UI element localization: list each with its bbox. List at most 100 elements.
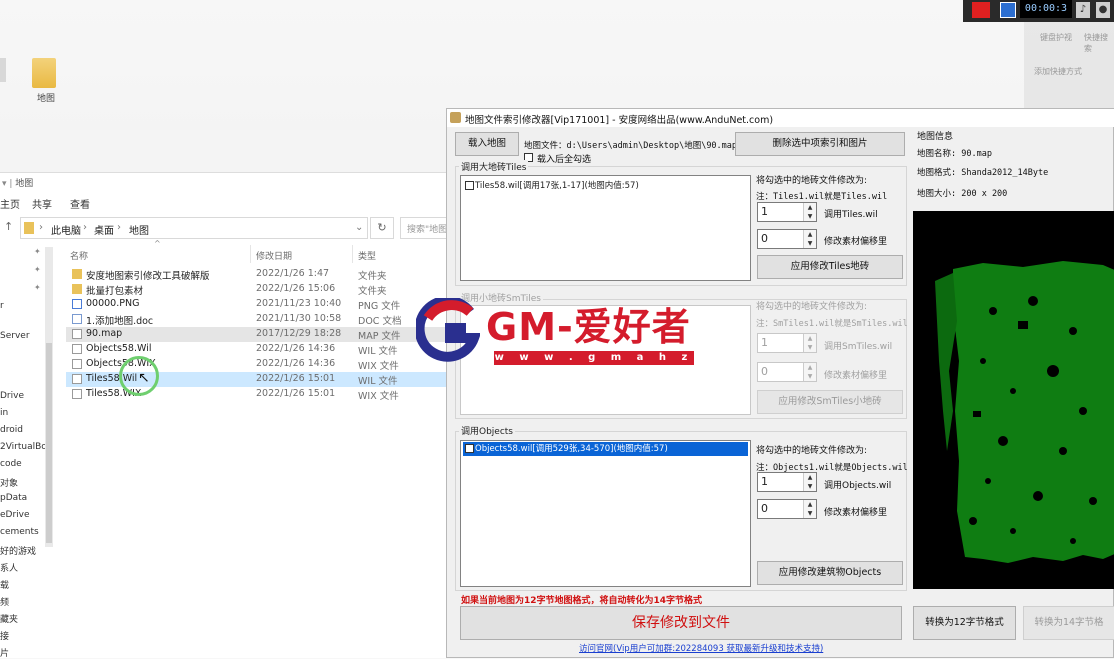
nav-item[interactable]: Drive: [0, 391, 24, 401]
list-item[interactable]: Objects58.wil[调用529张,34-570](地图内值:57): [463, 442, 748, 456]
speaker-icon[interactable]: ♪: [1076, 2, 1090, 18]
stepper-arrows-icon[interactable]: ▲ ▼: [803, 363, 816, 381]
nav-item[interactable]: 2VirtualBo: [0, 442, 47, 452]
objects-file-index-stepper[interactable]: 1 ▲ ▼: [757, 472, 817, 492]
file-date: 2022/1/26 15:01: [256, 373, 336, 384]
file-name: 安度地图索引修改工具破解版: [86, 271, 210, 282]
file-name: 1.添加地图.doc: [86, 316, 154, 327]
side-item[interactable]: 添加快捷方式: [1034, 66, 1082, 77]
nav-item[interactable]: eDrive: [0, 510, 30, 520]
stop-record-button[interactable]: [972, 2, 990, 18]
file-name: Objects58.Wil: [86, 343, 152, 354]
stepper-arrows-icon[interactable]: ▲ ▼: [803, 230, 816, 248]
file-type: WIL 文件: [358, 346, 398, 357]
note-label: 注：SmTiles1.wil就是SmTiles.wil: [756, 319, 908, 329]
file-row[interactable]: 1.添加地图.doc 2021/11/30 10:58 DOC 文档: [66, 312, 448, 327]
refresh-button[interactable]: ↻: [370, 217, 394, 239]
convert-12-byte-button[interactable]: 转换为12字节格式: [913, 606, 1016, 640]
stepper-arrows-icon[interactable]: ▲ ▼: [803, 500, 816, 518]
file-row[interactable]: 00000.PNG 2021/11/23 10:40 PNG 文件: [66, 297, 448, 312]
column-header-date[interactable]: 修改日期: [256, 249, 292, 262]
file-row[interactable]: Objects58.Wil 2022/1/26 14:36 WIL 文件: [66, 342, 448, 357]
apply-smtiles-button[interactable]: 应用修改SmTiles小地砖: [757, 390, 903, 414]
folder-icon[interactable]: [32, 58, 56, 88]
item-checkbox[interactable]: [465, 181, 474, 190]
nav-item[interactable]: Server: [0, 331, 30, 341]
column-header-type[interactable]: 类型: [358, 249, 376, 262]
delete-selected-button[interactable]: 删除选中项索引和图片: [735, 132, 905, 156]
nav-item[interactable]: in: [0, 408, 8, 418]
convert-14-byte-button[interactable]: 转换为14字节格: [1023, 606, 1114, 640]
file-row[interactable]: 90.map 2017/12/29 18:28 MAP 文件: [66, 327, 448, 342]
nav-item[interactable]: 对象: [0, 476, 18, 489]
nav-item[interactable]: droid: [0, 425, 23, 435]
nav-item[interactable]: 接: [0, 629, 9, 642]
breadcrumb-item[interactable]: 地图: [129, 222, 149, 237]
file-type: 文件夹: [358, 271, 387, 282]
item-checkbox[interactable]: [465, 444, 474, 453]
nav-item[interactable]: pData: [0, 493, 27, 503]
stepper-arrows-icon[interactable]: ▲ ▼: [803, 473, 816, 491]
nav-item[interactable]: 好的游戏: [0, 544, 36, 557]
nav-item[interactable]: 载: [0, 578, 9, 591]
list-item[interactable]: Tiles58.wil[调用17张,1-17](地图内值:57): [463, 179, 748, 193]
save-to-file-button[interactable]: 保存修改到文件: [460, 606, 902, 640]
tab-home[interactable]: 主页: [0, 196, 20, 211]
tab-share[interactable]: 共享: [32, 196, 52, 211]
pin-icon[interactable]: ✦: [34, 247, 41, 256]
tiles-offset-stepper[interactable]: 0 ▲ ▼: [757, 229, 817, 249]
file-name: 90.map: [86, 328, 123, 339]
nav-item[interactable]: cements: [0, 527, 39, 537]
search-input[interactable]: 搜索"地图": [400, 217, 448, 239]
address-bar[interactable]: › 此电脑 › 桌面 › 地图 ⌄: [20, 217, 368, 239]
nav-item[interactable]: 系人: [0, 561, 18, 574]
tab-view[interactable]: 查看: [70, 196, 90, 211]
column-divider[interactable]: [250, 245, 251, 263]
nav-item[interactable]: 片: [0, 646, 9, 659]
smtiles-file-index-stepper[interactable]: 1 ▲ ▼: [757, 333, 817, 353]
up-arrow-icon[interactable]: ↑: [4, 220, 13, 233]
stepper-arrows-icon[interactable]: ▲ ▼: [803, 203, 816, 221]
record-timer: 00:00:3: [1020, 0, 1072, 18]
sort-arrow-icon: ^: [154, 239, 161, 248]
tiles-list[interactable]: Tiles58.wil[调用17张,1-17](地图内值:57): [460, 175, 751, 281]
objects-offset-stepper[interactable]: 0 ▲ ▼: [757, 499, 817, 519]
nav-item[interactable]: code: [0, 459, 22, 469]
file-date: 2022/1/26 15:06: [256, 283, 336, 294]
file-name: 00000.PNG: [86, 298, 140, 309]
file-type: DOC 文档: [358, 316, 402, 327]
breadcrumb-item[interactable]: 此电脑: [51, 222, 81, 237]
nav-scrollbar-thumb[interactable]: [46, 343, 52, 543]
file-icon: [72, 374, 82, 384]
stepper-arrows-icon[interactable]: ▲ ▼: [803, 334, 816, 352]
pin-icon[interactable]: ✦: [34, 283, 41, 292]
column-header-name[interactable]: 名称: [70, 249, 88, 262]
window-title: 地图文件索引修改器[Vip171001] - 安度网络出品(www.AnduNe…: [447, 109, 1114, 127]
breadcrumb-item[interactable]: 桌面: [94, 222, 114, 237]
smtiles-offset-stepper[interactable]: 0 ▲ ▼: [757, 362, 817, 382]
nav-item[interactable]: r: [0, 301, 4, 311]
offset-label: 修改素材偏移里: [824, 237, 888, 247]
chevron-down-icon[interactable]: ⌄: [355, 222, 363, 233]
file-row[interactable]: 安度地图索引修改工具破解版 2022/1/26 1:47 文件夹: [66, 267, 448, 282]
nav-item[interactable]: 频: [0, 595, 9, 608]
change-to-label: 将勾选中的地砖文件修改为:: [756, 176, 868, 186]
pin-icon[interactable]: ✦: [34, 265, 41, 274]
apply-objects-button[interactable]: 应用修改建筑物Objects: [757, 561, 903, 585]
apply-tiles-button[interactable]: 应用修改Tiles地砖: [757, 255, 903, 279]
side-item[interactable]: 快捷搜索: [1084, 32, 1114, 54]
app-icon: [450, 112, 461, 123]
file-label: 调用SmTiles.wil: [824, 342, 893, 352]
file-row[interactable]: 批量打包素材 2022/1/26 15:06 文件夹: [66, 282, 448, 297]
map-index-editor-window: 地图文件索引修改器[Vip171001] - 安度网络出品(www.AnduNe…: [446, 108, 1114, 658]
pause-record-button[interactable]: [1000, 2, 1016, 18]
load-map-button[interactable]: 载入地图: [455, 132, 519, 156]
objects-list[interactable]: Objects58.wil[调用529张,34-570](地图内值:57): [460, 440, 751, 587]
nav-item[interactable]: 藏夹: [0, 612, 18, 625]
tiles-file-index-stepper[interactable]: 1 ▲ ▼: [757, 202, 817, 222]
column-divider[interactable]: [352, 245, 353, 263]
side-item[interactable]: 键盘护视: [1040, 32, 1072, 43]
official-site-link[interactable]: 访问官网(Vip用户可加群:202284093 获取最新升级和技术支持): [579, 642, 823, 654]
file-date: 2022/1/26 14:36: [256, 358, 336, 369]
microphone-icon[interactable]: ●: [1096, 2, 1110, 18]
